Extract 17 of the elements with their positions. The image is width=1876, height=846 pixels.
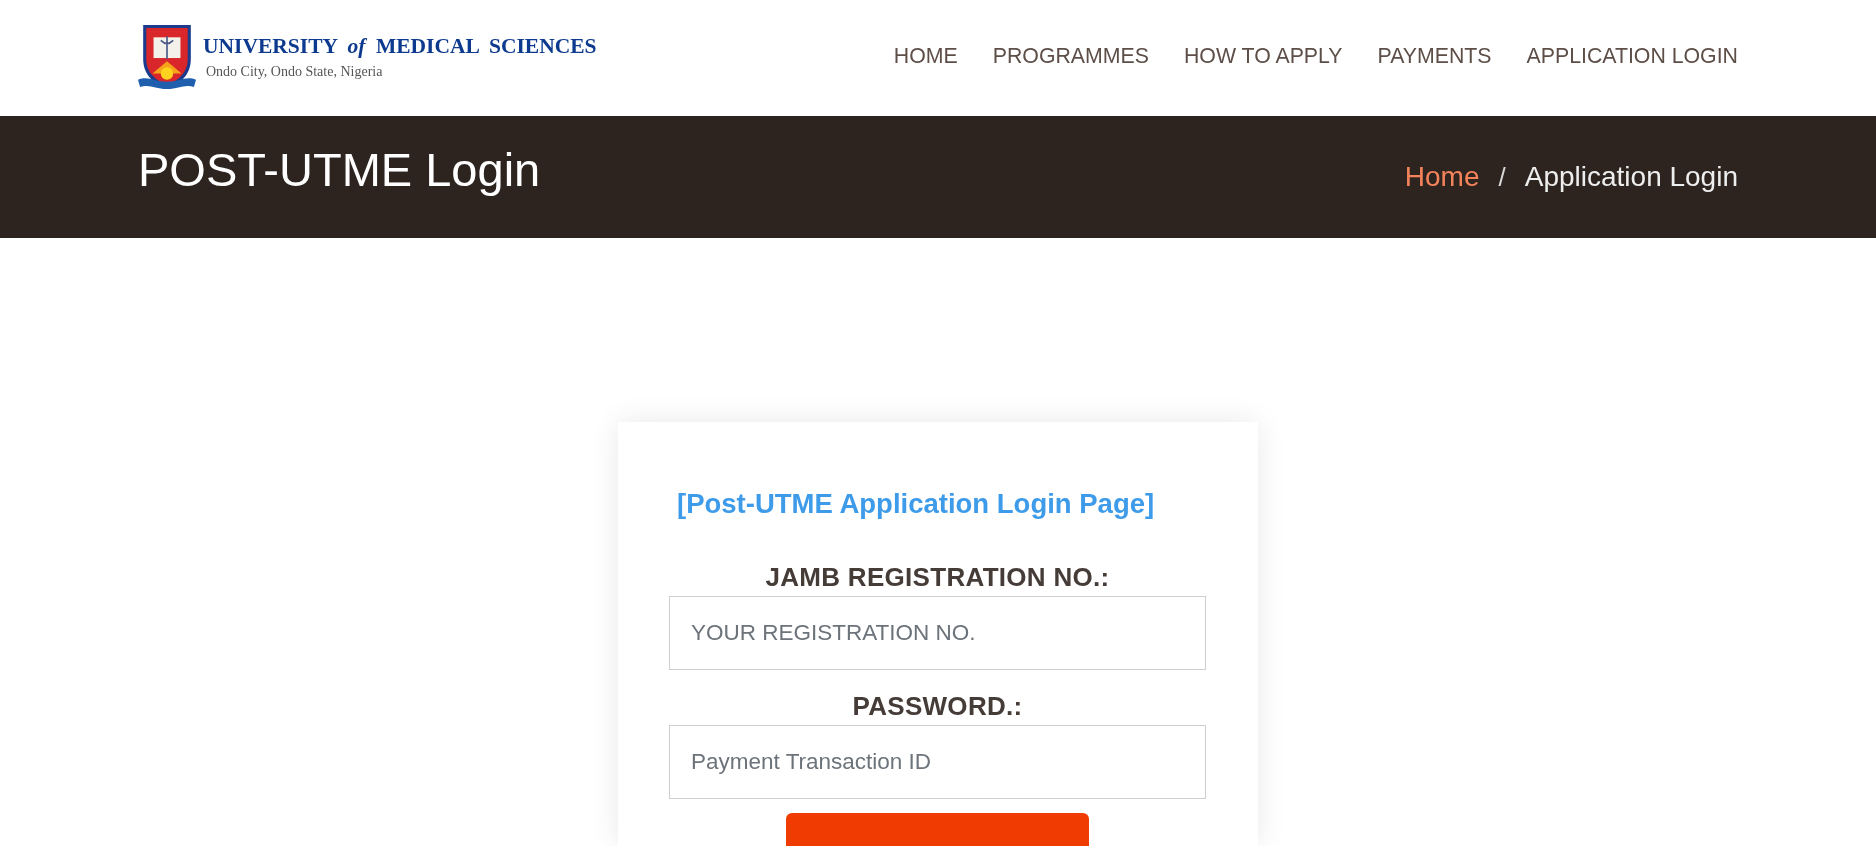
nav-link[interactable]: PAYMENTS [1377, 43, 1492, 69]
login-button[interactable] [786, 813, 1089, 846]
breadcrumb-separator: / [1498, 161, 1506, 193]
nav-link[interactable]: PROGRAMMES [992, 43, 1149, 69]
input-field[interactable]: YOUR REGISTRATION NO. [669, 596, 1206, 670]
logo-title: UNIVERSITY of MEDICAL SCIENCES [203, 34, 597, 57]
breadcrumb-current: Application Login [1524, 161, 1738, 193]
nav-link[interactable]: APPLICATION LOGIN [1526, 43, 1738, 69]
field-label: JAMB REGISTRATION NO.: [765, 562, 1110, 592]
input-field[interactable]: Payment Transaction ID [669, 725, 1206, 799]
field-label: PASSWORD.: [852, 691, 1023, 721]
nav-link[interactable]: HOW TO APPLY [1183, 43, 1343, 69]
logo-subtitle: Ondo City, Ondo State, Nigeria [206, 63, 384, 80]
card-heading: [Post-UTME Application Login Page] [677, 487, 1155, 521]
breadcrumb-link[interactable]: Home [1404, 161, 1480, 193]
nav-link[interactable]: HOME [893, 43, 958, 69]
page-title: POST-UTME Login [138, 143, 541, 197]
